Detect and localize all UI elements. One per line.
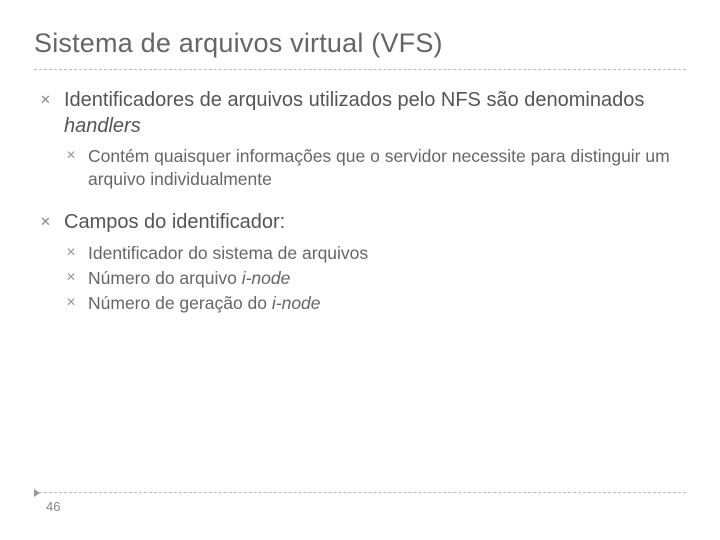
bullet-text: Identificadores de arquivos utilizados p… — [64, 88, 686, 196]
bullet-glyph: ✕ — [40, 210, 64, 321]
bullet-level2: ✕ Contém quaisquer informações que o ser… — [64, 145, 686, 190]
bullet-glyph: ✕ — [64, 242, 88, 264]
bullet-text: Número de geração do i-node — [88, 292, 321, 314]
bullet-level2: ✕ Número do arquivo i-node — [64, 267, 368, 289]
slide-footer: 46 — [34, 492, 686, 514]
footer-divider — [34, 492, 686, 493]
bullet-glyph: ✕ — [64, 292, 88, 314]
bullet-glyph: ✕ — [64, 267, 88, 289]
bullet-text: Número do arquivo i-node — [88, 267, 290, 289]
bullet-level1: ✕ Identificadores de arquivos utilizados… — [40, 88, 686, 196]
bullet-level2: ✕ Número de geração do i-node — [64, 292, 368, 314]
bullet-text: Contém quaisquer informações que o servi… — [88, 145, 686, 190]
page-number: 46 — [46, 499, 686, 514]
slide-title: Sistema de arquivos virtual (VFS) — [34, 28, 686, 70]
triangle-icon — [34, 489, 40, 497]
bullet-text: Campos do identificador: ✕ Identificador… — [64, 210, 368, 321]
bullet-glyph: ✕ — [64, 145, 88, 190]
bullet-text: Identificador do sistema de arquivos — [88, 242, 368, 264]
bullet-glyph: ✕ — [40, 88, 64, 196]
bullet-level2: ✕ Identificador do sistema de arquivos — [64, 242, 368, 264]
slide-body: ✕ Identificadores de arquivos utilizados… — [34, 88, 686, 321]
bullet-level1: ✕ Campos do identificador: ✕ Identificad… — [40, 210, 686, 321]
